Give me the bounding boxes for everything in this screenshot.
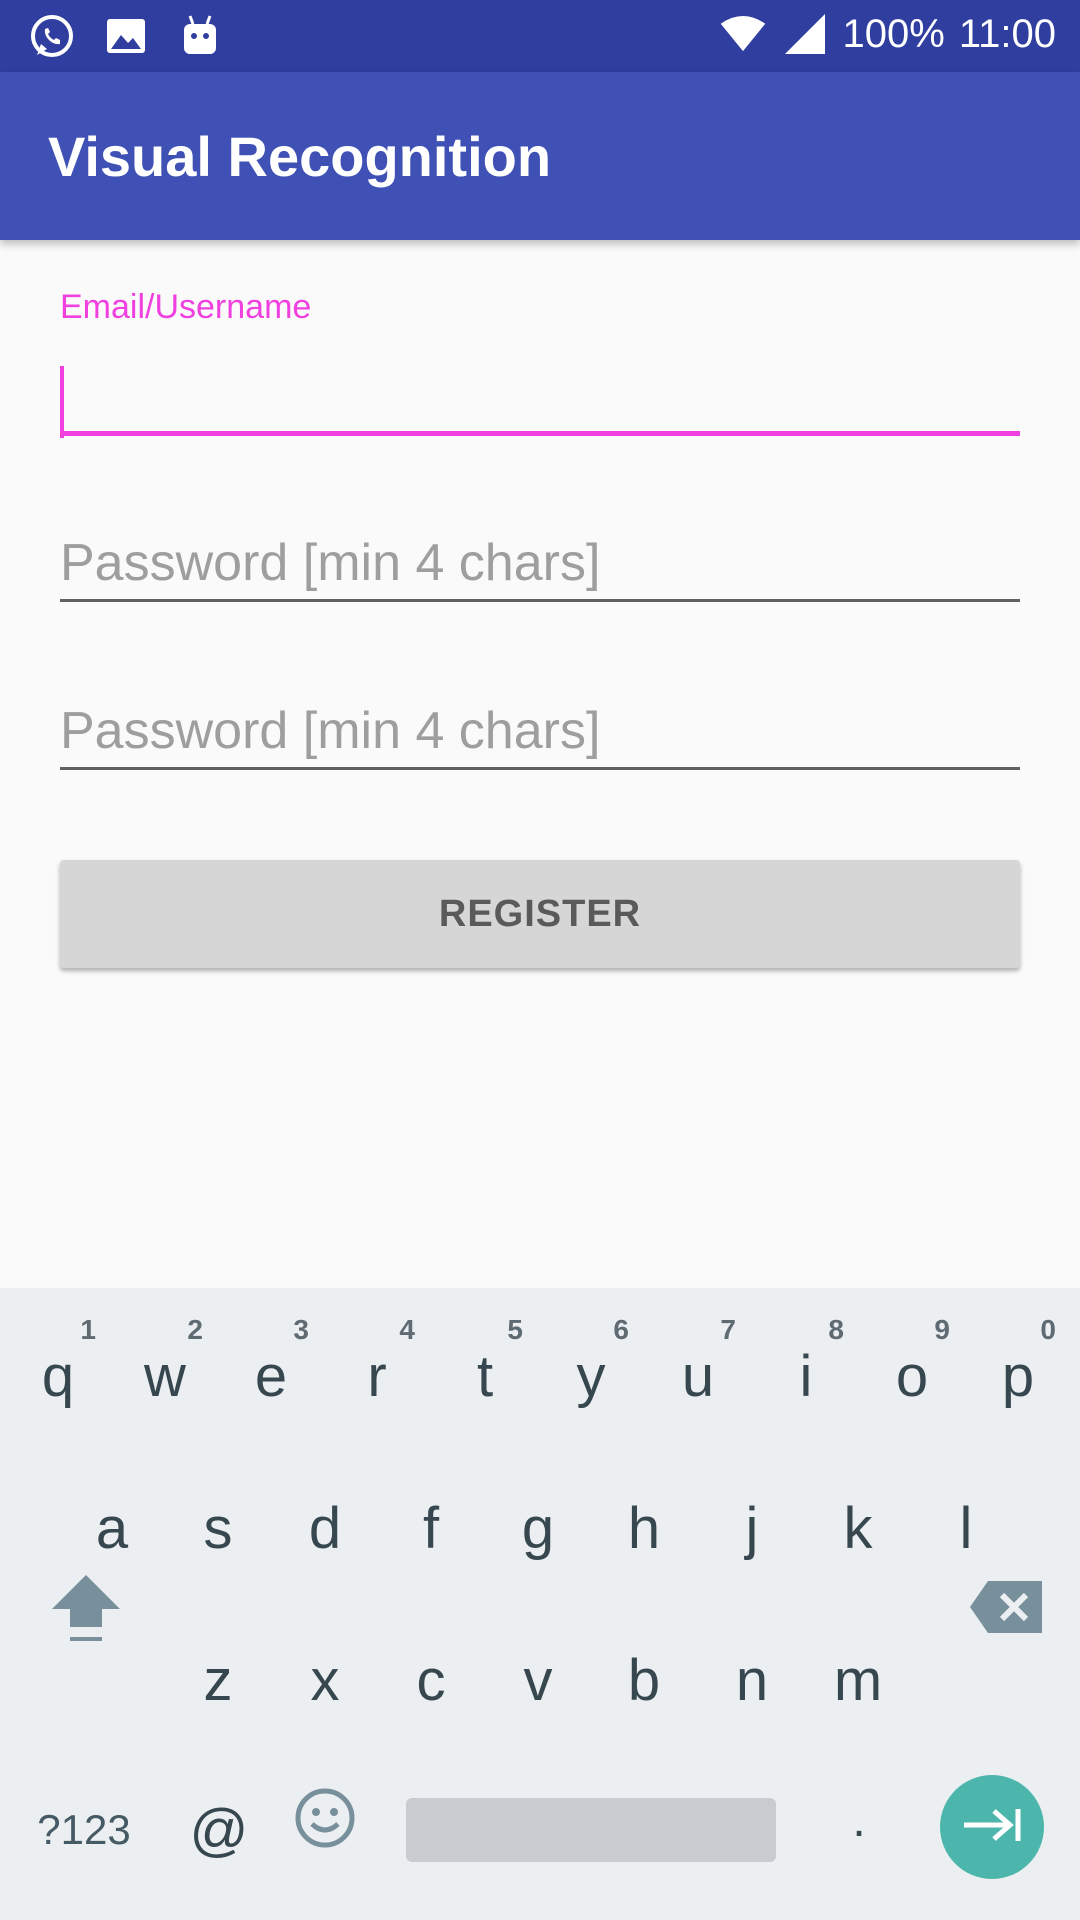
- key-h[interactable]: h: [596, 1472, 692, 1584]
- key-w[interactable]: w2: [117, 1314, 213, 1432]
- app-bar: Visual Recognition: [0, 72, 1080, 240]
- password-field-container: [60, 526, 1020, 602]
- key-t[interactable]: t5: [437, 1314, 533, 1432]
- key-g[interactable]: g: [490, 1472, 586, 1584]
- wifi-icon: [719, 10, 767, 58]
- key-z[interactable]: z: [170, 1624, 266, 1736]
- key-s[interactable]: s: [170, 1472, 266, 1584]
- password-field[interactable]: [60, 526, 1020, 599]
- period-key[interactable]: .: [816, 1778, 902, 1862]
- register-button[interactable]: REGISTER: [60, 860, 1020, 968]
- key-hint: 3: [293, 1314, 309, 1345]
- battery-percentage: 100%: [842, 11, 945, 56]
- email-label: Email/Username: [60, 288, 312, 326]
- tab-arrow-icon: [960, 1805, 1024, 1850]
- email-field-container: [60, 362, 1020, 438]
- key-hint: 9: [934, 1314, 950, 1345]
- space-bar[interactable]: [406, 1798, 776, 1862]
- key-hint: 8: [828, 1314, 844, 1345]
- key-u[interactable]: u7: [650, 1314, 746, 1432]
- confirm-password-field[interactable]: [60, 694, 1020, 767]
- confirm-password-field-container: [60, 694, 1020, 770]
- backspace-icon: [968, 1579, 1044, 1640]
- key-r[interactable]: r4: [329, 1314, 425, 1432]
- key-hint: 7: [720, 1314, 736, 1345]
- key-hint: 1: [80, 1314, 96, 1345]
- key-l[interactable]: l: [918, 1472, 1014, 1584]
- key-hint: 2: [187, 1314, 203, 1345]
- emoji-key[interactable]: [282, 1778, 368, 1862]
- whatsapp-icon: [28, 12, 76, 60]
- key-x[interactable]: x: [277, 1624, 373, 1736]
- key-hint: 4: [399, 1314, 415, 1345]
- key-q[interactable]: q1: [10, 1314, 106, 1432]
- key-p[interactable]: p0: [970, 1314, 1066, 1432]
- key-d[interactable]: d: [277, 1472, 373, 1584]
- key-f[interactable]: f: [383, 1472, 479, 1584]
- key-hint: 6: [613, 1314, 629, 1345]
- key-a[interactable]: a: [64, 1472, 160, 1584]
- clock: 11:00: [958, 11, 1056, 56]
- signal-icon: [781, 10, 829, 58]
- key-b[interactable]: b: [596, 1624, 692, 1736]
- next-key[interactable]: [940, 1775, 1044, 1879]
- key-c[interactable]: c: [383, 1624, 479, 1736]
- key-j[interactable]: j: [704, 1472, 800, 1584]
- symbols-key[interactable]: ?123: [16, 1788, 152, 1872]
- key-e[interactable]: e3: [223, 1314, 319, 1432]
- app-title: Visual Recognition: [48, 125, 552, 188]
- text-cursor: [60, 366, 64, 438]
- key-o[interactable]: o9: [864, 1314, 960, 1432]
- at-key[interactable]: @: [176, 1788, 262, 1872]
- smiley-icon: [293, 1786, 357, 1855]
- key-m[interactable]: m: [810, 1624, 906, 1736]
- key-k[interactable]: k: [810, 1472, 906, 1584]
- key-hint: 5: [507, 1314, 523, 1345]
- key-i[interactable]: i8: [758, 1314, 854, 1432]
- key-y[interactable]: y6: [543, 1314, 639, 1432]
- soft-keyboard: ?123 @ . q1w2e3r4t5y6u7i8o9p0 asdfghjkl zx…: [0, 1288, 1080, 1920]
- key-hint: 0: [1040, 1314, 1056, 1345]
- android-icon: [176, 12, 224, 60]
- status-bar: 100% 11:00: [0, 0, 1080, 72]
- image-icon: [102, 12, 150, 60]
- email-field[interactable]: [60, 362, 1020, 431]
- key-v[interactable]: v: [490, 1624, 586, 1736]
- key-n[interactable]: n: [704, 1624, 800, 1736]
